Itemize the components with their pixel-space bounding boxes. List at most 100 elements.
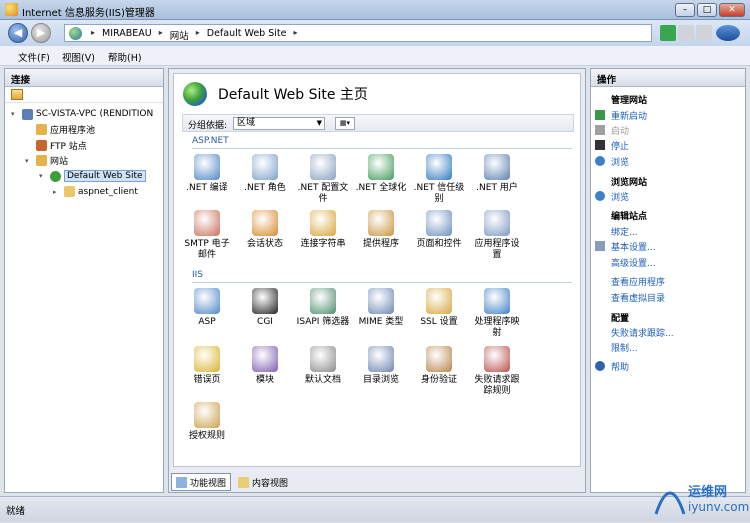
menu-file[interactable]: 文件(F) (18, 50, 50, 64)
feature-label: .NET 全球化 (355, 183, 407, 193)
menu-view[interactable]: 视图(V) (62, 50, 95, 64)
feature-item[interactable]: 会话状态 (236, 210, 294, 250)
feature-item[interactable]: 目录浏览 (352, 346, 410, 386)
feature-item[interactable]: SSL 设置 (410, 288, 468, 328)
feature-icon (310, 210, 336, 236)
crumb-site[interactable]: Default Web Site (204, 28, 290, 42)
features-view: Default Web Site 主页 分组依据: 区域 ▼ ▦▾ ASP.NE… (173, 73, 581, 467)
feature-icon (194, 346, 220, 372)
feature-item[interactable]: .NET 角色 (236, 154, 294, 194)
feature-item[interactable]: 授权规则 (178, 402, 236, 442)
feature-icon (484, 154, 510, 180)
action-link[interactable]: 查看应用程序 (611, 275, 665, 288)
browse-icon (595, 191, 605, 201)
connect-icon[interactable] (11, 89, 23, 100)
menu-help[interactable]: 帮助(H) (108, 50, 142, 64)
feature-item[interactable]: MIME 类型 (352, 288, 410, 328)
group-by-label: 分组依据: (188, 121, 228, 131)
feature-label: 错误页 (193, 375, 221, 385)
server-icon (22, 108, 33, 120)
group-by-value: 区域 (237, 118, 256, 128)
actions-header: 操作 (591, 69, 745, 87)
section-header: ASP.NET (192, 136, 229, 146)
feature-item[interactable]: CGI (236, 288, 294, 328)
feature-item[interactable]: .NET 用户 (468, 154, 526, 194)
status-bar: 就绪 (0, 496, 750, 522)
feature-item[interactable]: .NET 配置文件 (294, 154, 352, 205)
feature-item[interactable]: 页面和控件 (410, 210, 468, 250)
feature-item[interactable]: 模块 (236, 346, 294, 386)
feature-icon (310, 346, 336, 372)
minimize-button[interactable]: – (675, 3, 695, 17)
feature-item[interactable]: 提供程序 (352, 210, 410, 250)
collapse-icon[interactable]: ▾ (39, 172, 47, 180)
stop-icon[interactable] (678, 25, 694, 41)
feature-item[interactable]: 错误页 (178, 346, 236, 386)
action-link[interactable]: 限制... (611, 341, 638, 354)
action-link[interactable]: 停止 (611, 139, 629, 152)
breadcrumb[interactable]: ▸ MIRABEAU ▸ 网站 ▸ Default Web Site ▸ (64, 24, 652, 42)
action-link[interactable]: 高级设置... (611, 256, 656, 269)
section-divider (192, 148, 572, 149)
home-icon[interactable] (696, 25, 712, 41)
action-link[interactable]: 浏览 (611, 155, 629, 168)
crumb-sites[interactable]: 网站 (167, 28, 192, 42)
tree-node[interactable]: ▾ SC-VISTA-VPC (RENDITION (11, 107, 153, 121)
feature-label: .NET 编译 (186, 183, 228, 193)
feature-item[interactable]: 身份验证 (410, 346, 468, 386)
action-link[interactable]: 帮助 (611, 360, 629, 373)
feature-item[interactable]: .NET 全球化 (352, 154, 410, 194)
page-title: Default Web Site 主页 (218, 87, 368, 103)
action-group-header: 管理网站 (611, 96, 648, 106)
help-icon[interactable] (716, 25, 740, 41)
feature-item[interactable]: 默认文档 (294, 346, 352, 386)
group-by-select[interactable]: 区域 ▼ (233, 117, 325, 130)
tree-node[interactable]: ▸ aspnet_client (53, 185, 138, 199)
tree-node[interactable]: FTP 站点 (25, 138, 87, 152)
chevron-right-icon[interactable]: ▸ (87, 28, 99, 42)
chevron-right-icon[interactable]: ▸ (289, 28, 301, 42)
crumb-server[interactable]: MIRABEAU (99, 28, 155, 42)
feature-icon (310, 154, 336, 180)
feature-icon (426, 210, 452, 236)
feature-icon (194, 402, 220, 428)
action-link[interactable]: 绑定... (611, 225, 638, 238)
maximize-button[interactable]: □ (697, 3, 717, 17)
view-mode-button[interactable]: ▦▾ (335, 117, 355, 130)
feature-item[interactable]: ISAPI 筛选器 (294, 288, 352, 328)
tab-content-view[interactable]: 内容视图 (233, 473, 293, 491)
action-link[interactable]: 失败请求跟踪... (611, 326, 674, 339)
action-link[interactable]: 重新启动 (611, 109, 647, 122)
expand-icon[interactable]: ▸ (53, 188, 61, 196)
action-link[interactable]: 查看虚拟目录 (611, 291, 665, 304)
feature-icon (426, 288, 452, 314)
collapse-icon[interactable]: ▾ (25, 157, 33, 165)
feature-item[interactable]: .NET 编译 (178, 154, 236, 194)
connections-toolbar (5, 87, 163, 103)
tree-node[interactable]: 应用程序池 (25, 123, 95, 137)
feature-item[interactable]: 失败请求跟 踪规则 (468, 346, 526, 397)
feature-label: 踪规则 (483, 386, 511, 396)
action-link[interactable]: 基本设置... (611, 240, 656, 253)
feature-icon (310, 288, 336, 314)
feature-item[interactable]: ASP (178, 288, 236, 328)
action-link[interactable]: 启动 (611, 124, 629, 137)
tree-node[interactable]: ▾ 网站 (25, 154, 68, 168)
chevron-right-icon[interactable]: ▸ (155, 28, 167, 42)
forward-button[interactable]: ▶ (31, 23, 51, 43)
tab-features-view[interactable]: 功能视图 (171, 473, 232, 491)
feature-item[interactable]: SMTP 电子 邮件 (178, 210, 236, 261)
close-button[interactable]: ✕ (719, 3, 745, 17)
action-link[interactable]: 浏览 (611, 190, 629, 203)
feature-item[interactable]: 连接字符串 (294, 210, 352, 250)
refresh-icon[interactable] (660, 25, 676, 41)
tree-node[interactable]: ▾ Default Web Site (39, 169, 146, 183)
feature-icon (484, 288, 510, 314)
collapse-icon[interactable]: ▾ (11, 110, 19, 118)
feature-item[interactable]: .NET 信任级别 (410, 154, 468, 205)
address-bar: ◀ ▶ ▸ MIRABEAU ▸ 网站 ▸ Default Web Site ▸ (0, 20, 750, 46)
feature-item[interactable]: 应用程序设置 (468, 210, 526, 261)
back-button[interactable]: ◀ (8, 23, 28, 43)
chevron-right-icon[interactable]: ▸ (192, 28, 204, 42)
feature-item[interactable]: 处理程序映射 (468, 288, 526, 339)
